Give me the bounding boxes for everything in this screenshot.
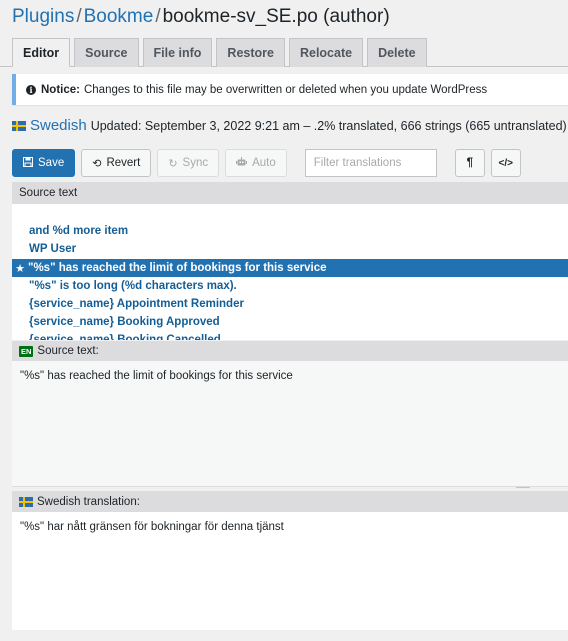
breadcrumb-separator: /: [76, 6, 82, 27]
robot-icon: [236, 156, 248, 170]
source-string-list[interactable]: and %d more item WP User ★ "%s" has reac…: [12, 204, 568, 340]
list-item[interactable]: {service_name} Booking Approved: [12, 313, 568, 331]
list-item-label: "%s" has reached the limit of bookings f…: [28, 262, 327, 274]
breadcrumb-plugins-link[interactable]: Plugins: [12, 6, 74, 27]
breadcrumb-plugin-link[interactable]: Bookme: [84, 6, 154, 27]
source-text-title: Source text:: [37, 345, 99, 357]
notice-label: Notice:: [41, 83, 80, 96]
sync-icon: ↻: [168, 157, 178, 170]
language-status: Swedish Updated: September 3, 2022 9:21 …: [12, 117, 567, 134]
update-notice: i Notice: Changes to this file may be ov…: [12, 74, 568, 105]
breadcrumb-separator: /: [155, 6, 161, 27]
info-icon: i: [26, 84, 36, 95]
filter-translations-input[interactable]: [304, 149, 437, 177]
list-item[interactable]: "%s" is too long (%d characters max).: [12, 277, 568, 295]
revert-icon: ⟲: [92, 157, 102, 170]
notice-text: Changes to this file may be overwritten …: [83, 83, 488, 96]
translation-title: Swedish translation:: [37, 495, 140, 508]
save-button[interactable]: Save: [12, 149, 76, 177]
auto-translate-button[interactable]: Auto: [225, 149, 287, 177]
source-text-view: "%s" has reached the limit of bookings f…: [12, 361, 568, 487]
sync-button[interactable]: ↻ Sync: [157, 149, 220, 177]
english-badge: EN: [19, 345, 34, 357]
translation-textarea[interactable]: "%s" har nått gränsen för bokningar för …: [12, 512, 568, 630]
auto-label: Auto: [252, 157, 276, 169]
page-title: Plugins / Bookme / bookme-sv_SE.po (author): [12, 6, 390, 28]
toggle-code-view-button[interactable]: </>: [490, 149, 521, 177]
tab-relocate[interactable]: Relocate: [288, 38, 364, 67]
tab-delete[interactable]: Delete: [367, 38, 427, 67]
list-item[interactable]: {service_name} Appointment Reminder: [12, 295, 568, 313]
tab-file-info[interactable]: File info: [142, 38, 213, 67]
editor-tabs: Editor Source File info Restore Relocate…: [12, 38, 431, 67]
tab-restore[interactable]: Restore: [216, 38, 285, 67]
toggle-invisibles-button[interactable]: ¶: [454, 149, 485, 177]
language-status-text: Updated: September 3, 2022 9:21 am – .2%…: [90, 118, 567, 133]
flag-sweden-icon: [19, 496, 33, 507]
save-icon: [23, 156, 33, 170]
revert-button[interactable]: ⟲ Revert: [81, 149, 152, 177]
save-label: Save: [38, 157, 65, 169]
tab-source[interactable]: Source: [74, 38, 139, 67]
translation-label: Swedish translation:: [12, 491, 568, 512]
breadcrumb-file: bookme-sv_SE.po (author): [162, 6, 390, 27]
star-icon: ★: [15, 262, 25, 275]
list-item[interactable]: and %d more item: [12, 222, 568, 240]
list-item[interactable]: {service_name} Booking Cancelled: [12, 331, 568, 340]
revert-label: Revert: [106, 157, 141, 169]
source-list-header: Source text: [12, 182, 568, 204]
language-name: Swedish: [30, 117, 87, 134]
panel-resize-handle[interactable]: [516, 487, 530, 488]
list-item[interactable]: WP User: [12, 240, 568, 258]
editor-toolbar: Save ⟲ Revert ↻ Sync Auto ¶ </>: [12, 148, 568, 178]
tab-editor[interactable]: Editor: [12, 38, 71, 67]
sync-label: Sync: [182, 157, 209, 169]
source-text-label: EN Source text:: [12, 341, 568, 361]
list-item-selected[interactable]: ★ "%s" has reached the limit of bookings…: [12, 259, 568, 277]
flag-sweden-icon: [12, 120, 26, 131]
